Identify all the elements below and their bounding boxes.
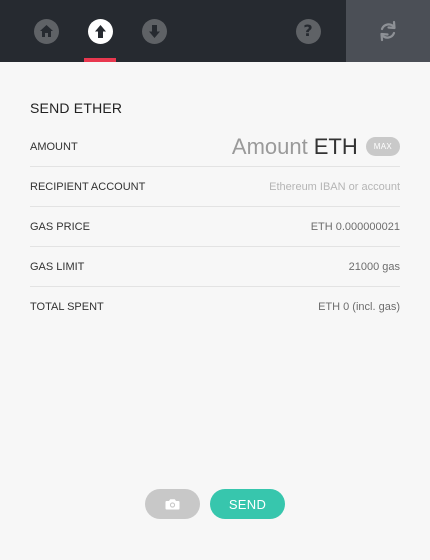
amount-input[interactable] bbox=[187, 133, 308, 160]
recipient-input[interactable] bbox=[180, 180, 400, 193]
gas-price-row: GAS PRICE ETH 0.000000021 bbox=[30, 207, 400, 247]
total-spent-row: TOTAL SPENT ETH 0 (incl. gas) bbox=[30, 287, 400, 327]
gas-price-label: GAS PRICE bbox=[30, 220, 90, 233]
send-upload-icon bbox=[87, 18, 113, 44]
gas-limit-row: GAS LIMIT 21000 gas bbox=[30, 247, 400, 287]
camera-icon bbox=[165, 499, 180, 510]
home-icon bbox=[33, 18, 59, 44]
recipient-row: RECIPIENT ACCOUNT bbox=[30, 167, 400, 207]
help-icon: ? bbox=[295, 18, 321, 44]
amount-label: AMOUNT bbox=[30, 140, 78, 153]
send-button[interactable]: SEND bbox=[210, 489, 285, 519]
nav-receive-button[interactable] bbox=[138, 0, 170, 62]
nav-send-button[interactable] bbox=[84, 0, 116, 62]
active-tab-indicator bbox=[84, 58, 116, 62]
gas-limit-label: GAS LIMIT bbox=[30, 260, 85, 273]
recipient-label: RECIPIENT ACCOUNT bbox=[30, 180, 146, 193]
gas-price-value: ETH 0.000000021 bbox=[310, 220, 400, 233]
total-spent-label: TOTAL SPENT bbox=[30, 301, 104, 313]
nav-home-button[interactable] bbox=[30, 0, 62, 62]
refresh-button[interactable] bbox=[346, 0, 430, 62]
page-title: SEND ETHER bbox=[30, 100, 123, 116]
total-spent-value: ETH 0 (incl. gas) bbox=[318, 301, 400, 313]
amount-row: AMOUNT ETH MAX bbox=[30, 127, 400, 167]
help-glyph: ? bbox=[303, 21, 313, 40]
receive-download-icon bbox=[141, 18, 167, 44]
amount-unit: ETH bbox=[313, 133, 358, 159]
max-button[interactable]: MAX bbox=[365, 137, 400, 156]
gas-limit-value: 21000 gas bbox=[348, 260, 400, 273]
scan-qr-camera-button[interactable] bbox=[145, 489, 200, 519]
refresh-icon bbox=[380, 20, 396, 42]
top-nav-bar: ? bbox=[0, 0, 430, 62]
amount-field-group: ETH MAX bbox=[187, 133, 400, 160]
nav-help-button[interactable]: ? bbox=[292, 0, 324, 62]
